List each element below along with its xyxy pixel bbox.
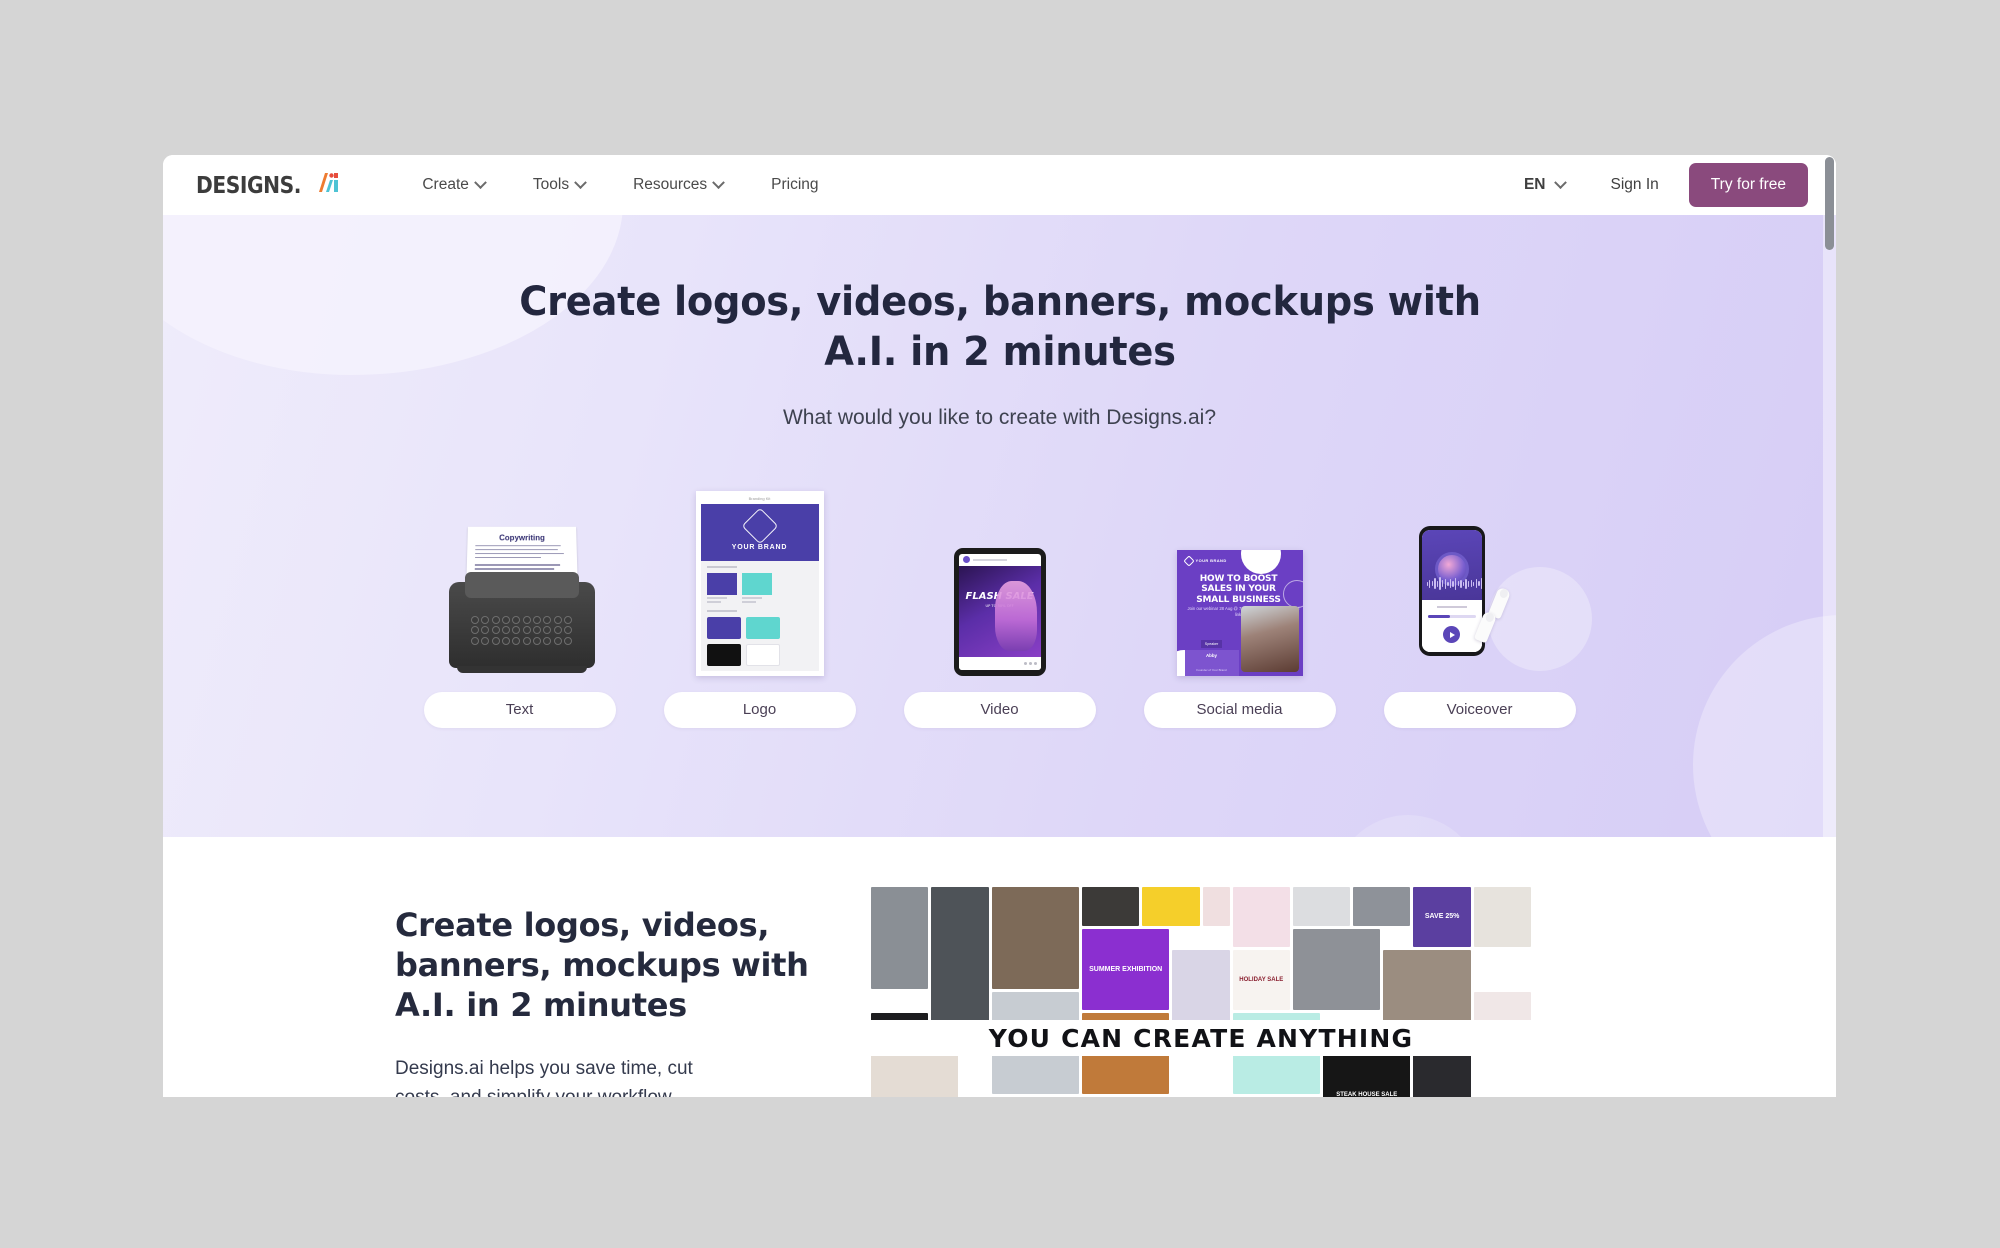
nav-item-label: Pricing (771, 176, 819, 193)
typewriter-body (448, 571, 595, 668)
top-navigation-bar: DESIGNS. Create Tools Resources Pricing … (163, 155, 1836, 215)
collage-tile-label: SUMMER EXHIBITION (1089, 965, 1163, 973)
tablet-video-illustration: FLASH SALE UP TO 50% OFF (904, 476, 1096, 676)
feature-description: Designs.ai helps you save time, cut cost… (395, 1058, 693, 1097)
product-card-social-media[interactable]: YOUR BRAND HOW TO BOOST SALES IN YOUR SM… (1143, 476, 1336, 728)
voiceover-illustration (1384, 476, 1576, 676)
nav-item-label: Resources (633, 176, 708, 193)
language-label: EN (1523, 176, 1546, 193)
play-button-icon[interactable] (1443, 626, 1460, 644)
browser-viewport: DESIGNS. Create Tools Resources Pricing … (163, 155, 1836, 1097)
nav-item-pricing[interactable]: Pricing (747, 168, 842, 202)
post-speaker-name: Abby (1206, 652, 1217, 658)
brand-name-text: YOUR BRAND (731, 544, 788, 552)
design-collage-image: SAVE 25% SUMMER EXHIBITION HOLIDAY SALE (871, 887, 1531, 1097)
product-pill-video[interactable]: Video (903, 691, 1096, 728)
product-card-video[interactable]: FLASH SALE UP TO 50% OFF (903, 476, 1096, 728)
hero-subtitle: What would you like to create with Desig… (782, 405, 1217, 429)
feature-title: Create logos, videos, banners, mockups w… (395, 906, 809, 1024)
nav-item-create[interactable]: Create (398, 168, 509, 202)
collage-tile: HOLIDAY SALE (1232, 950, 1290, 1010)
product-card-voiceover[interactable]: Voiceover (1383, 476, 1576, 728)
social-post-illustration: YOUR BRAND HOW TO BOOST SALES IN YOUR SM… (1144, 476, 1336, 676)
product-card-logo[interactable]: Branding Kit YOUR BRAND Logo (663, 476, 856, 728)
copywriting-page-title: Copywriting (498, 533, 545, 543)
speaker-photo (1240, 605, 1299, 672)
post-speaker-tag: Speaker (1200, 639, 1223, 648)
logo-wordmark: DESIGNS. (196, 173, 302, 199)
primary-nav-links: Create Tools Resources Pricing (398, 168, 842, 202)
collage-tile-label: STEAK HOUSE SALE (1336, 1092, 1398, 1097)
nav-right-cluster: EN Sign In Try for free (1508, 163, 1836, 207)
post-headline: HOW TO BOOST SALES IN YOUR SMALL BUSINES… (1196, 573, 1281, 605)
post-speaker-role: Founder of Your Brand (1196, 667, 1227, 672)
chevron-down-icon (1553, 175, 1567, 189)
avatar (962, 556, 970, 564)
hero-section: Create logos, videos, banners, mockups w… (163, 215, 1836, 837)
product-card-row: Copywriting Text Branding Kit YOUR BRAND… (163, 476, 1836, 728)
feature-text-column: Create logos, videos, banners, mockups w… (395, 887, 825, 1097)
chevron-down-icon (712, 175, 726, 189)
chevron-down-icon (574, 175, 587, 189)
try-for-free-button[interactable]: Try for free (1688, 163, 1808, 207)
language-selector[interactable]: EN (1508, 168, 1581, 202)
post-brand-text: YOUR BRAND (1195, 558, 1227, 564)
typewriter-illustration: Copywriting (424, 476, 616, 676)
brand-mark-icon (741, 507, 778, 545)
feature-section: Create logos, videos, banners, mockups w… (163, 837, 1836, 1097)
hero-title: Create logos, videos, banners, mockups w… (518, 279, 1481, 376)
collage-tile-label: SAVE 25% (1424, 913, 1460, 921)
nav-item-resources[interactable]: Resources (609, 168, 747, 202)
nav-item-tools[interactable]: Tools (509, 168, 609, 202)
playback-progress-bar[interactable] (1427, 615, 1476, 619)
brand-guideline-illustration: Branding Kit YOUR BRAND (664, 476, 856, 676)
chevron-down-icon (474, 175, 487, 189)
collage-tile: SUMMER EXHIBITION (1081, 929, 1170, 1010)
hero-decorative-circle (1333, 815, 1483, 837)
collage-banner: YOU CAN CREATE ANYTHING (871, 1020, 1531, 1056)
product-card-text[interactable]: Copywriting Text (423, 476, 616, 728)
brand-mark-icon (1182, 555, 1195, 567)
scrollbar-thumb[interactable] (1825, 157, 1834, 250)
collage-tile: STEAK HOUSE SALE (1323, 1055, 1411, 1097)
product-pill-voiceover[interactable]: Voiceover (1383, 691, 1576, 728)
collage-banner-text: YOU CAN CREATE ANYTHING (988, 1023, 1414, 1053)
brand-doc-caption: Branding Kit (748, 495, 771, 501)
nav-item-label: Tools (532, 176, 570, 193)
waveform-icon (1426, 577, 1482, 591)
collage-tile-label: HOLIDAY SALE (1239, 976, 1284, 983)
vertical-scrollbar[interactable] (1823, 155, 1836, 1097)
site-logo[interactable]: DESIGNS. (196, 171, 342, 199)
product-pill-text[interactable]: Text (423, 691, 616, 728)
ai-logo-mark-icon (316, 171, 342, 198)
sign-in-link[interactable]: Sign In (1581, 168, 1689, 202)
collage-tile: SAVE 25% (1413, 887, 1471, 947)
product-pill-logo[interactable]: Logo (663, 691, 856, 728)
product-pill-social-media[interactable]: Social media (1143, 691, 1336, 728)
nav-item-label: Create (422, 176, 469, 193)
